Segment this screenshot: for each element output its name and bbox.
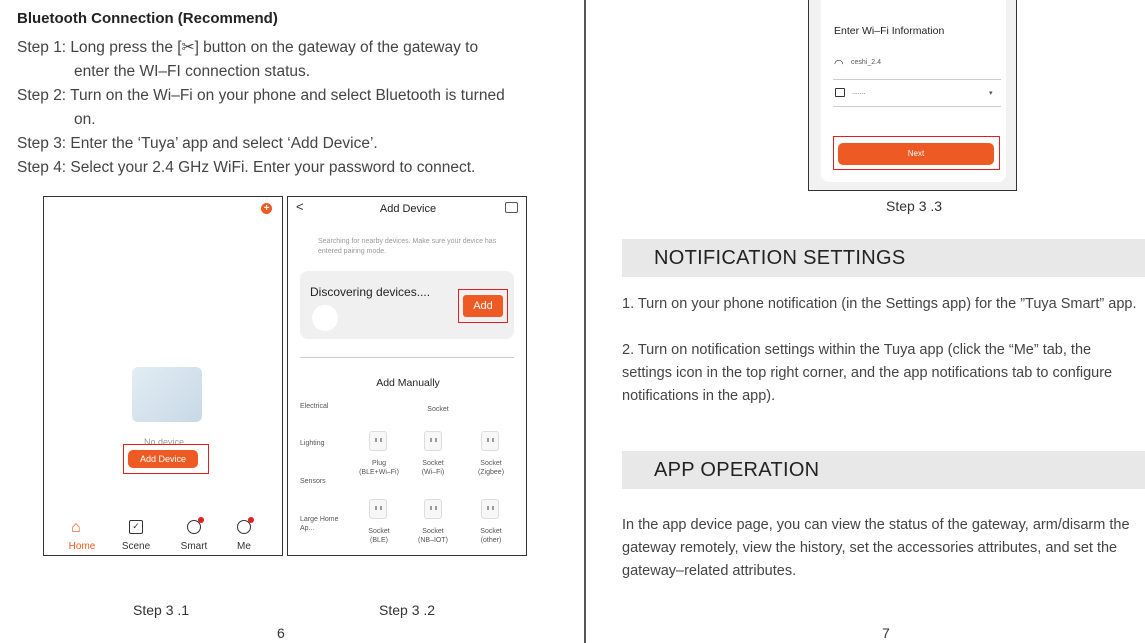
- step-4-line1: Step 4: Select your 2.4 GHz WiFi. Enter …: [17, 159, 476, 176]
- step-1: Step 1: Long press the [✂] button on the…: [17, 36, 557, 84]
- smart-badge: [198, 517, 204, 523]
- device-label[interactable]: Socket (Zigbee): [466, 459, 516, 477]
- device-sub: (Wi–Fi): [421, 469, 445, 476]
- page-number-left: 6: [277, 625, 285, 641]
- device-name: Socket: [480, 460, 502, 467]
- field-separator: [833, 79, 1001, 80]
- device-sub: (NB–IOT): [418, 537, 448, 544]
- category-large-home[interactable]: Large Home Ap...: [300, 515, 340, 533]
- socket-icon[interactable]: [481, 431, 499, 451]
- highlight-box: [458, 289, 508, 323]
- caption-step-3-3: Step 3 .3: [886, 198, 943, 214]
- device-sub: (other): [480, 537, 502, 544]
- step-3-line1: Step 3: Enter the ‘Tuya’ app and select …: [17, 135, 378, 152]
- caption-step-3-1: Step 3 .1: [133, 602, 190, 618]
- nav-smart[interactable]: Smart: [174, 541, 214, 552]
- device-sub: (BLE): [370, 537, 388, 544]
- add-device-title: Add Device: [379, 203, 437, 215]
- device-sub: (Zigbee): [477, 469, 505, 476]
- caption-step-3-2: Step 3 .2: [379, 602, 436, 618]
- nav-scene[interactable]: Scene: [116, 541, 156, 552]
- empty-box-illustration: [132, 367, 202, 422]
- step-2-line2: on.: [74, 111, 96, 128]
- device-label[interactable]: Socket (BLE): [354, 527, 404, 545]
- field-separator: [833, 106, 1001, 107]
- section-heading-bluetooth: Bluetooth Connection (Recommend): [17, 10, 278, 27]
- lock-icon: [835, 88, 845, 97]
- app-operation-p1: In the app device page, you can view the…: [622, 517, 1130, 579]
- category-electrical[interactable]: Electrical: [300, 403, 328, 410]
- device-label[interactable]: Socket (NB–IOT): [408, 527, 458, 545]
- add-manually-title: Add Manually: [376, 377, 440, 389]
- wifi-info-title: Enter Wi–Fi Information: [834, 25, 945, 37]
- step-2-line1: Step 2: Turn on the Wi–Fi on your phone …: [17, 87, 505, 104]
- socket-icon[interactable]: [481, 499, 499, 519]
- phone-screen-home: + No device Add Device ⌂ Home ✓ Scene Sm…: [43, 196, 283, 556]
- home-icon[interactable]: ⌂: [71, 519, 81, 537]
- app-operation-heading: APP OPERATION: [654, 459, 820, 481]
- device-placeholder-icon: [312, 305, 338, 331]
- separator: [300, 357, 514, 358]
- eye-icon[interactable]: ▾: [989, 89, 993, 97]
- ssid-field[interactable]: ceshi_2.4: [851, 59, 881, 66]
- socket-icon[interactable]: [424, 499, 442, 519]
- page-divider: [584, 0, 586, 643]
- phone-screen-wifi: Enter Wi–Fi Information ◠ ceshi_2.4 ....…: [808, 0, 1017, 191]
- discovering-label: Discovering devices....: [310, 285, 431, 299]
- scan-icon[interactable]: [505, 202, 518, 213]
- device-name: Socket: [480, 528, 502, 535]
- wifi-icon: ◠: [834, 58, 844, 70]
- step-4: Step 4: Select your 2.4 GHz WiFi. Enter …: [17, 156, 557, 180]
- device-name: Plug: [371, 460, 386, 467]
- notification-p2: 2. Turn on notification settings within …: [622, 342, 1113, 404]
- notification-p1: 1. Turn on your phone notification (in t…: [622, 296, 1137, 312]
- step-2: Step 2: Turn on the Wi–Fi on your phone …: [17, 84, 557, 132]
- nav-me[interactable]: Me: [224, 541, 264, 552]
- device-label[interactable]: Socket (Wi–Fi): [408, 459, 458, 477]
- scene-icon[interactable]: ✓: [129, 520, 143, 534]
- socket-icon[interactable]: [424, 431, 442, 451]
- device-name: Socket: [422, 460, 444, 467]
- plug-socket-icon[interactable]: [369, 431, 387, 451]
- section-notification: NOTIFICATION SETTINGS: [622, 239, 1145, 277]
- socket-icon[interactable]: [369, 499, 387, 519]
- step-1-line2: enter the WI–FI connection status.: [74, 63, 311, 80]
- phone-screen-add-device: < Add Device Searching for nearby device…: [287, 196, 527, 556]
- device-sub: (BLE+Wi–Fi): [359, 469, 399, 476]
- device-label[interactable]: Plug (BLE+Wi–Fi): [354, 459, 404, 477]
- highlight-box: [833, 136, 1000, 170]
- socket-header: Socket: [427, 406, 449, 413]
- device-name: Socket: [422, 528, 444, 535]
- step-1-line1: Step 1: Long press the [✂] button on the…: [17, 39, 479, 56]
- device-name: Socket: [368, 528, 390, 535]
- add-plus-icon[interactable]: +: [261, 203, 272, 214]
- highlight-box: [123, 444, 209, 474]
- step-3: Step 3: Enter the ‘Tuya’ app and select …: [17, 132, 557, 156]
- me-badge: [248, 517, 254, 523]
- device-label[interactable]: Socket (other): [466, 527, 516, 545]
- searching-hint: Searching for nearby devices. Make sure …: [318, 238, 497, 255]
- section-app-operation: APP OPERATION: [622, 451, 1145, 489]
- category-lighting[interactable]: Lighting: [300, 440, 325, 447]
- notification-heading: NOTIFICATION SETTINGS: [654, 247, 906, 269]
- nav-home[interactable]: Home: [62, 541, 102, 552]
- category-sensors[interactable]: Sensors: [300, 478, 326, 485]
- page-number-right: 7: [882, 625, 890, 641]
- password-field[interactable]: .......: [852, 89, 866, 96]
